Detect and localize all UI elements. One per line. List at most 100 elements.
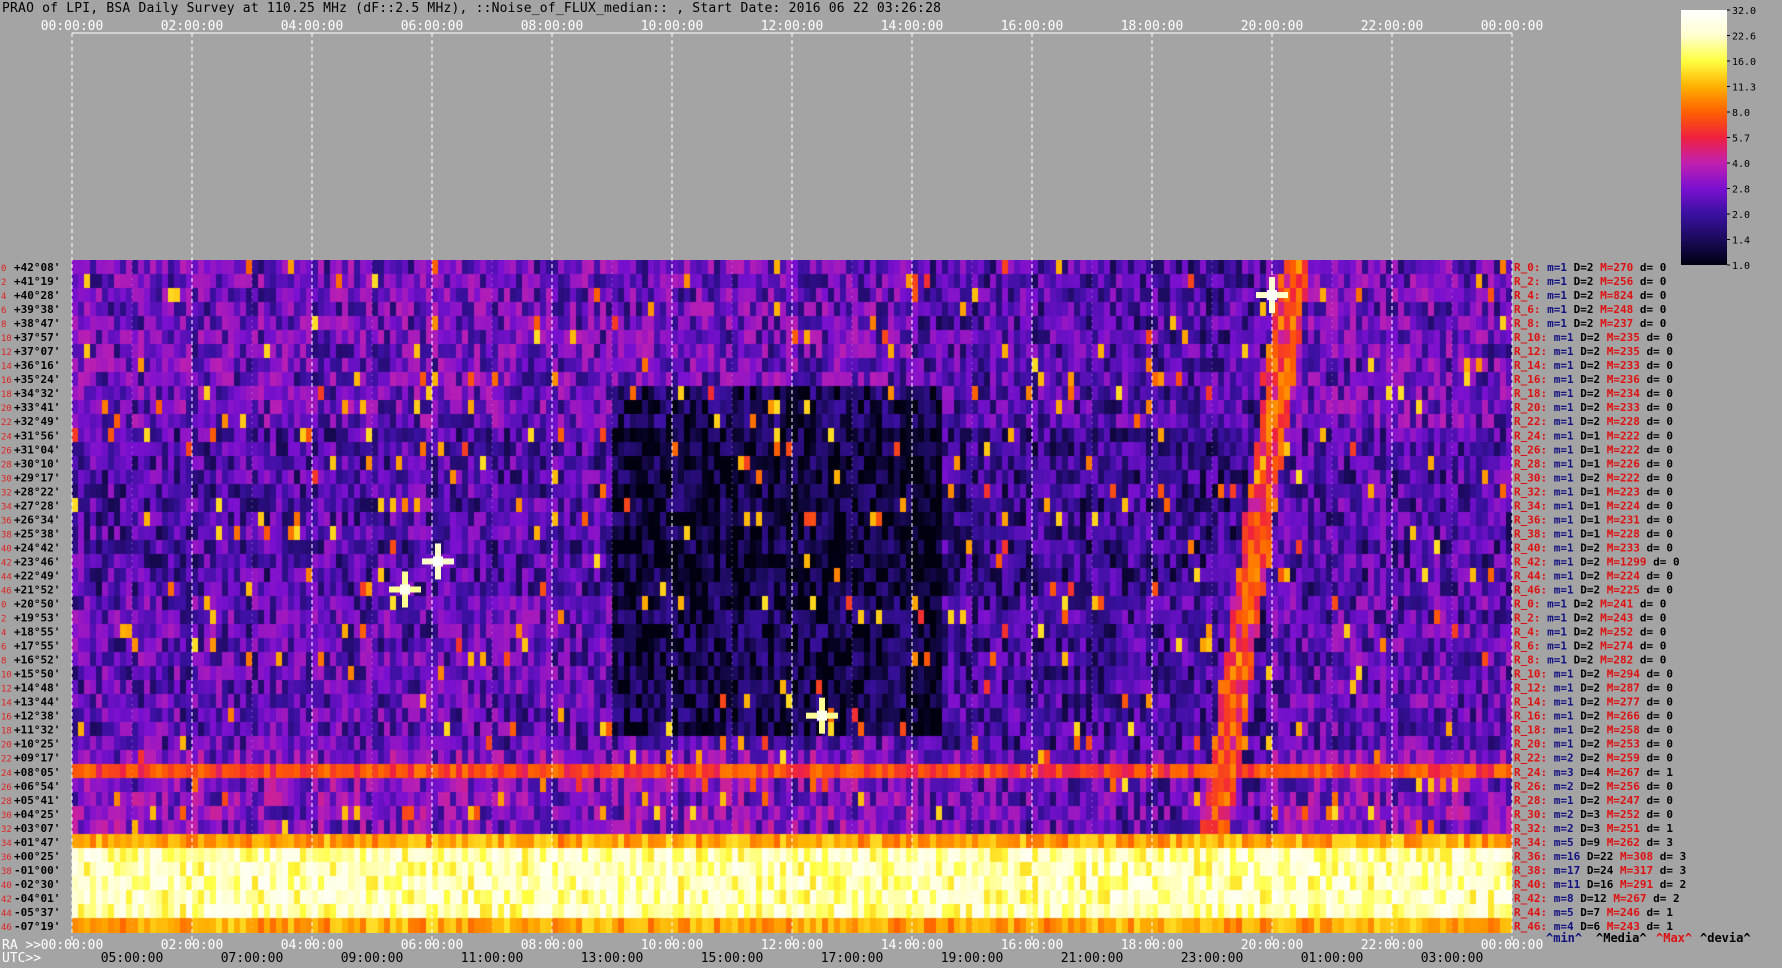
- row-stats: R_10: m=1 D=2 M=294 d= 0: [1514, 668, 1673, 681]
- row-stats-part: m=1: [1547, 541, 1574, 554]
- declination-label: +35°24': [14, 373, 60, 386]
- row-stats-part: M=224: [1600, 569, 1640, 582]
- row-stats-part: R_2:: [1514, 612, 1541, 625]
- row-index: 20: [1, 741, 12, 751]
- row-stats-part: d= 0: [1640, 780, 1673, 793]
- row-stats-part: d= 0: [1640, 513, 1673, 526]
- row-index: 2: [1, 278, 6, 288]
- row-stats-part: R_18:: [1514, 724, 1547, 737]
- ra-tick-bottom: 04:00:00: [281, 938, 344, 953]
- ra-tick-bottom: 14:00:00: [881, 938, 944, 953]
- row-stats-part: R_20:: [1514, 401, 1547, 414]
- utc-tick: 17:00:00: [821, 951, 884, 966]
- ra-tick-top: 00:00:00: [41, 19, 104, 34]
- row-stats-part: m=1: [1547, 429, 1574, 442]
- row-stats-part: D=2: [1574, 738, 1601, 751]
- declination-label: +27°28': [14, 499, 60, 512]
- row-stats-part: M=267: [1600, 766, 1640, 779]
- row-stats-part: m=1: [1547, 443, 1574, 456]
- row-stats-part: d= 0: [1640, 443, 1673, 456]
- row-index: 4: [1, 292, 6, 302]
- row-stats-part: m=1: [1547, 696, 1574, 709]
- row-stats-part: m=3: [1547, 766, 1574, 779]
- row-stats-part: R_46:: [1514, 583, 1547, 596]
- row-stats-part: D=1: [1574, 513, 1601, 526]
- row-stats-part: M=251: [1600, 822, 1640, 835]
- source-3-core: [817, 710, 827, 721]
- declination-label: +26°34': [14, 513, 60, 526]
- row-index: 0: [1, 601, 6, 611]
- row-stats-part: D=1: [1574, 443, 1601, 456]
- row-stats-part: m=1: [1547, 471, 1574, 484]
- row-stats-part: m=1: [1547, 499, 1574, 512]
- row-stats-part: d= 0: [1633, 303, 1666, 316]
- row-index: 38: [1, 530, 12, 540]
- row-stats-part: R_24:: [1514, 429, 1547, 442]
- row-stats-part: d= 1: [1640, 766, 1673, 779]
- ra-tick-top: 20:00:00: [1241, 19, 1304, 34]
- row-stats-part: M=274: [1594, 640, 1634, 653]
- row-stats-part: M=247: [1600, 794, 1640, 807]
- row-index: 14: [1, 699, 12, 709]
- row-stats-part: m=1: [1547, 331, 1574, 344]
- ra-tick-top: 16:00:00: [1001, 19, 1064, 34]
- row-stats-part: M=294: [1600, 668, 1640, 681]
- ra-tick-top: 06:00:00: [401, 19, 464, 34]
- declination-label: +30°10': [14, 457, 60, 470]
- row-stats-part: R_20:: [1514, 738, 1547, 751]
- row-index: 24: [1, 769, 12, 779]
- ra-tick-bottom: 00:00:00: [41, 938, 104, 953]
- row-stats-part: d= 0: [1640, 738, 1673, 751]
- row-stats-part: m=1: [1547, 513, 1574, 526]
- row-stats-part: R_12:: [1514, 682, 1547, 695]
- row-stats-part: D=2: [1574, 569, 1601, 582]
- row-stats-part: R_42:: [1514, 892, 1547, 905]
- row-stats-part: D=2: [1574, 710, 1601, 723]
- row-stats: R_14: m=1 D=2 M=277 d= 0: [1514, 696, 1673, 709]
- utc-tick: 09:00:00: [341, 951, 404, 966]
- row-stats-part: R_34:: [1514, 836, 1547, 849]
- row-stats-part: m=1: [1547, 583, 1574, 596]
- row-stats-part: R_8:: [1514, 317, 1541, 330]
- row-stats-part: d= 0: [1640, 794, 1673, 807]
- row-stats-part: D=2: [1574, 401, 1601, 414]
- row-stats-part: d= 0: [1640, 710, 1673, 723]
- row-stats-part: M=235: [1600, 345, 1640, 358]
- row-stats-part: d= 2: [1653, 878, 1686, 891]
- row-stats-part: M=248: [1594, 303, 1634, 316]
- row-stats: R_34: m=5 D=9 M=262 d= 3: [1514, 836, 1673, 849]
- row-stats-part: D=1: [1574, 499, 1601, 512]
- row-stats-part: R_16:: [1514, 373, 1547, 386]
- row-stats: R_28: m=1 D=2 M=247 d= 0: [1514, 794, 1673, 807]
- row-stats: R_38: m=17 D=24 M=317 d= 3: [1514, 864, 1686, 877]
- row-stats: R_42: m=1 D=2 M=1299 d= 0: [1514, 555, 1680, 568]
- row-index: 8: [1, 657, 6, 667]
- row-stats-part: R_42:: [1514, 555, 1547, 568]
- row-stats: R_8: m=1 D=2 M=282 d= 0: [1514, 654, 1666, 667]
- row-stats-part: d= 0: [1640, 345, 1673, 358]
- row-index: 4: [1, 629, 6, 639]
- row-stats: R_24: m=1 D=1 M=222 d= 0: [1514, 429, 1673, 442]
- row-stats: R_32: m=1 D=1 M=223 d= 0: [1514, 485, 1673, 498]
- row-stats-part: D=3: [1574, 808, 1601, 821]
- row-stats-part: M=277: [1600, 696, 1640, 709]
- row-stats-part: D=2: [1574, 682, 1601, 695]
- row-stats-part: R_12:: [1514, 345, 1547, 358]
- row-stats-part: M=258: [1600, 724, 1640, 737]
- row-index: 34: [1, 502, 12, 512]
- utc-tick: 19:00:00: [941, 951, 1004, 966]
- ra-tick-bottom: 08:00:00: [521, 938, 584, 953]
- legend-label: ^min^: [1546, 931, 1582, 945]
- row-stats-part: D=9: [1574, 836, 1601, 849]
- colorbar-tick-label: 4.0: [1732, 159, 1750, 170]
- row-stats-part: m=1: [1547, 401, 1574, 414]
- row-stats-part: d= 0: [1646, 555, 1679, 568]
- row-stats-part: M=224: [1600, 499, 1640, 512]
- row-stats-part: m=2: [1547, 822, 1574, 835]
- row-stats-part: m=1: [1547, 373, 1574, 386]
- row-index: 0: [1, 264, 6, 274]
- row-stats-part: M=234: [1600, 387, 1640, 400]
- row-stats-part: D=2: [1567, 303, 1594, 316]
- row-stats: R_42: m=8 D=12 M=267 d= 2: [1514, 892, 1680, 905]
- row-stats-part: m=16: [1547, 850, 1580, 863]
